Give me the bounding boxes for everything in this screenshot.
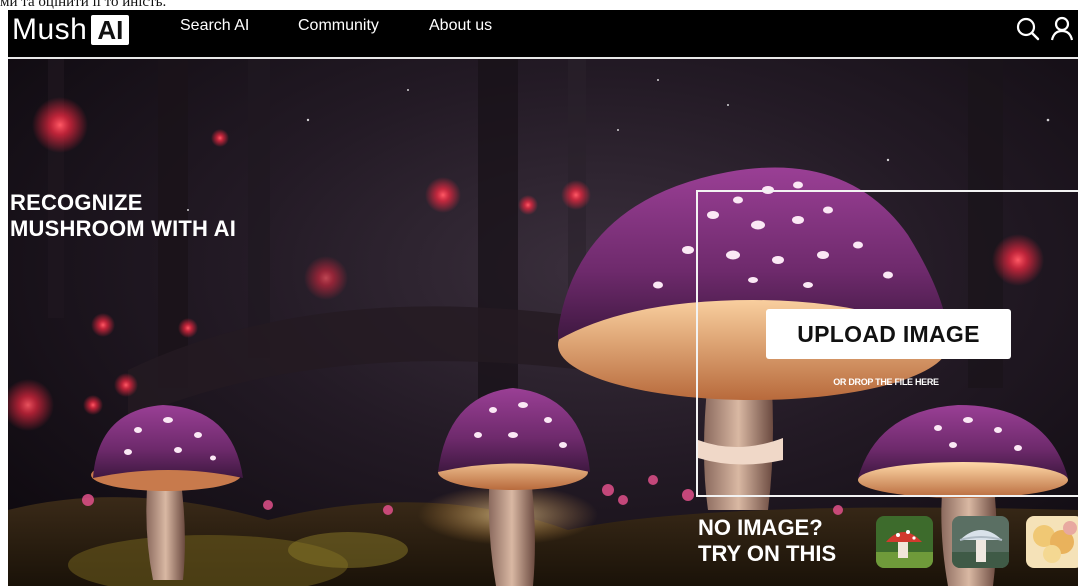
sample-image-thumbnail-2[interactable] — [952, 516, 1009, 568]
sample-image-thumbnail-1[interactable] — [876, 516, 933, 568]
mushai-page: Mush AI Search AI Community About us REC… — [8, 10, 1078, 586]
sample-images-prompt: NO IMAGE? TRY ON THIS — [698, 515, 836, 567]
nav-link-community[interactable]: Community — [298, 17, 379, 35]
hero-headline: RECOGNIZE MUSHROOM WITH AI — [10, 190, 236, 242]
user-icon[interactable] — [1048, 14, 1076, 42]
page-caption-fragment: ми та оцінити її то иність. — [0, 0, 167, 10]
nav-divider — [8, 57, 1078, 59]
nav-link-search-ai[interactable]: Search AI — [180, 17, 249, 35]
hero-headline-line-1: RECOGNIZE — [10, 190, 143, 215]
sample-image-thumbnail-3[interactable] — [1026, 516, 1078, 568]
upload-image-button[interactable]: UPLOAD IMAGE — [766, 309, 1011, 359]
nav-link-about-us[interactable]: About us — [429, 17, 492, 35]
logo[interactable]: Mush AI — [12, 12, 130, 48]
sample-prompt-line-1: NO IMAGE? — [698, 515, 823, 540]
sample-prompt-line-2: TRY ON THIS — [698, 541, 837, 566]
drop-file-hint: OR DROP THE FILE HERE — [833, 377, 939, 387]
logo-text-ai: AI — [91, 15, 130, 45]
top-nav: Mush AI Search AI Community About us — [8, 10, 1078, 59]
search-icon[interactable] — [1014, 14, 1042, 42]
hero-headline-line-2: MUSHROOM WITH AI — [10, 216, 237, 241]
logo-text-mush: Mush — [12, 13, 88, 46]
